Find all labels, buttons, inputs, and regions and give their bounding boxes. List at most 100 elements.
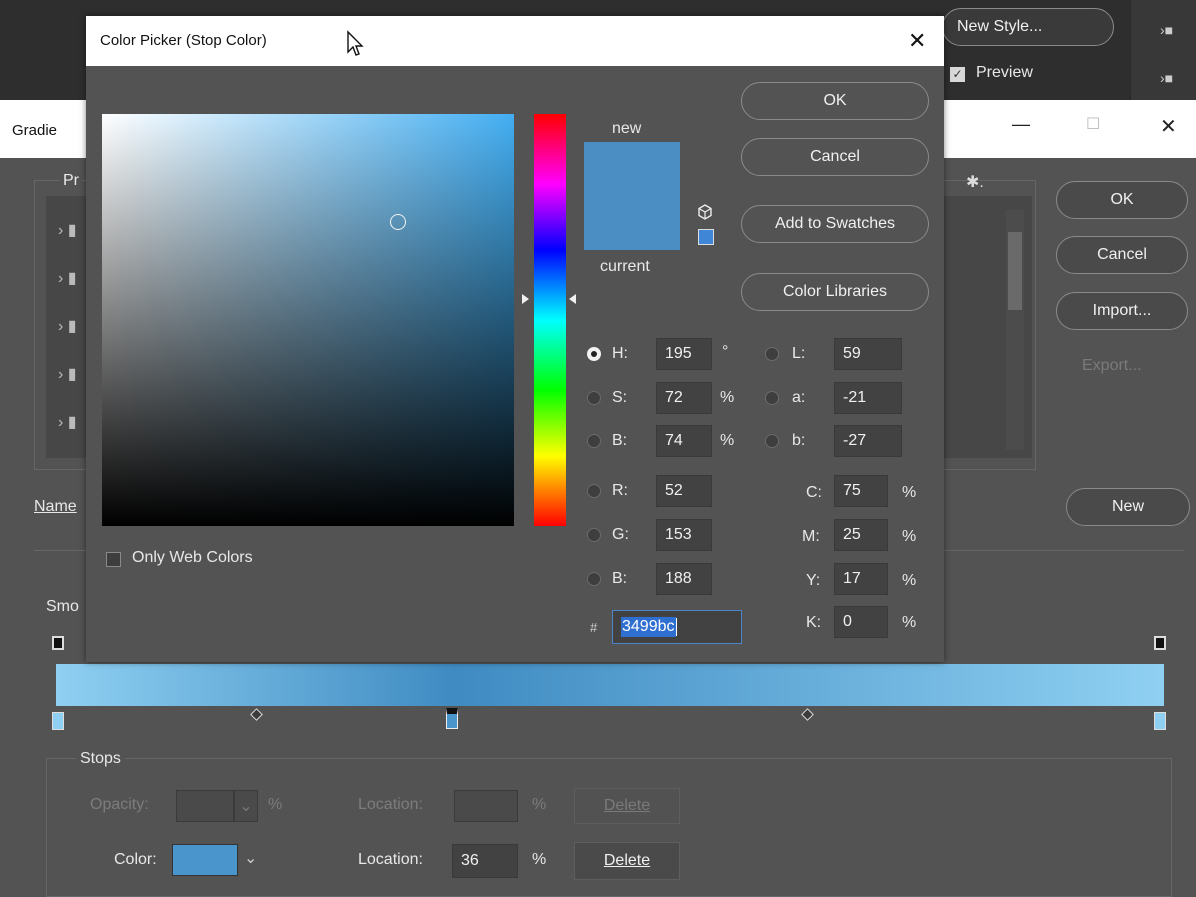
- hue-slider[interactable]: [534, 114, 566, 526]
- preset-folder-row[interactable]: › ▮: [58, 220, 77, 240]
- magenta-label: M:: [802, 528, 820, 545]
- gradient-editor-title: Gradie: [12, 122, 58, 139]
- cyan-unit: %: [902, 484, 917, 501]
- presets-settings-icon[interactable]: ✱.: [966, 172, 984, 192]
- picker-cancel-label: Cancel: [810, 148, 860, 165]
- magenta-input[interactable]: 25: [834, 519, 888, 551]
- opacity-stop-left[interactable]: [52, 636, 64, 650]
- magenta-unit: %: [902, 528, 917, 545]
- editor-cancel-button[interactable]: Cancel: [1056, 236, 1188, 274]
- preset-folder-row[interactable]: › ▮: [58, 268, 77, 288]
- opacity-label: Opacity:: [90, 796, 149, 813]
- saturation-input[interactable]: 72: [656, 382, 712, 414]
- lab-l-radio[interactable]: [765, 347, 779, 361]
- hue-slider-arrow-left[interactable]: [522, 294, 529, 304]
- presets-scrollbar-thumb[interactable]: [1008, 232, 1022, 310]
- lab-a-radio[interactable]: [765, 391, 779, 405]
- editor-ok-button[interactable]: OK: [1056, 181, 1188, 219]
- new-style-button[interactable]: New Style...: [942, 8, 1114, 46]
- cyan-input[interactable]: 75: [834, 475, 888, 507]
- cyan-label: C:: [806, 484, 822, 501]
- yellow-label: Y:: [806, 572, 821, 589]
- color-location-label: Location:: [358, 851, 423, 868]
- current-color-swatch[interactable]: [584, 196, 680, 250]
- preview-checkbox[interactable]: ✓: [950, 67, 965, 82]
- blue-radio[interactable]: [587, 572, 601, 586]
- editor-export-button[interactable]: Export...: [1082, 357, 1142, 375]
- lab-b-input[interactable]: -27: [834, 425, 902, 457]
- lab-l-input[interactable]: 59: [834, 338, 902, 370]
- black-label: K:: [806, 614, 822, 631]
- hex-input[interactable]: 3499bc: [612, 610, 742, 644]
- minimize-icon[interactable]: —: [1012, 114, 1030, 135]
- lab-b-radio[interactable]: [765, 434, 779, 448]
- opacity-location-input: [454, 790, 518, 822]
- yellow-input[interactable]: 17: [834, 563, 888, 595]
- red-input[interactable]: 52: [656, 475, 712, 507]
- color-libraries-label: Color Libraries: [782, 283, 888, 300]
- mouse-cursor-icon: [346, 30, 364, 63]
- color-stop-right[interactable]: [1154, 712, 1166, 730]
- presets-label: Pr: [60, 172, 82, 190]
- picker-cancel-button[interactable]: Cancel: [741, 138, 929, 176]
- web-safe-color-icon[interactable]: [698, 229, 714, 245]
- lab-a-input[interactable]: -21: [834, 382, 902, 414]
- red-radio[interactable]: [587, 484, 601, 498]
- hue-slider-arrow-right[interactable]: [569, 294, 576, 304]
- opacity-unit: %: [268, 796, 283, 813]
- editor-new-button[interactable]: New: [1066, 488, 1190, 526]
- brightness-unit: %: [720, 432, 735, 449]
- color-cube-icon[interactable]: [697, 204, 713, 225]
- color-libraries-button[interactable]: Color Libraries: [741, 273, 929, 311]
- picker-ok-button[interactable]: OK: [741, 82, 929, 120]
- preset-folder-row[interactable]: › ▮: [58, 316, 77, 336]
- blue-input[interactable]: 188: [656, 563, 712, 595]
- preview-label: Preview: [976, 64, 1033, 81]
- maximize-icon[interactable]: ☐: [1086, 114, 1100, 134]
- hue-radio[interactable]: [587, 347, 601, 361]
- color-stop-left[interactable]: [52, 712, 64, 730]
- only-web-colors-label: Only Web Colors: [132, 549, 253, 566]
- editor-import-label: Import...: [1092, 302, 1152, 319]
- saturation-brightness-field[interactable]: [102, 114, 514, 526]
- opacity-delete-label: Delete: [603, 797, 651, 814]
- color-location-input[interactable]: 36: [452, 844, 518, 878]
- opacity-stop-right[interactable]: [1154, 636, 1166, 650]
- saturation-label: S:: [612, 389, 628, 406]
- red-label: R:: [612, 482, 628, 499]
- saturation-unit: %: [720, 389, 735, 406]
- preset-folder-row[interactable]: › ▮: [58, 364, 77, 384]
- new-color-label: new: [612, 120, 642, 137]
- smoothness-label: Smo: [46, 598, 79, 615]
- dialog-close-icon[interactable]: ✕: [908, 28, 926, 54]
- green-input[interactable]: 153: [656, 519, 712, 551]
- saturation-radio[interactable]: [587, 391, 601, 405]
- panel-expand-icon[interactable]: ›■: [1160, 22, 1173, 38]
- chevron-down-icon[interactable]: ⌄: [244, 848, 257, 868]
- color-stop-selected[interactable]: [446, 708, 458, 729]
- editor-import-button[interactable]: Import...: [1056, 292, 1188, 330]
- only-web-colors-checkbox[interactable]: [106, 552, 121, 567]
- gradient-bar[interactable]: [56, 664, 1164, 706]
- opacity-delete-button: Delete: [574, 788, 680, 824]
- new-color-swatch: [584, 142, 680, 196]
- hue-input[interactable]: 195: [656, 338, 712, 370]
- color-delete-button[interactable]: Delete: [574, 842, 680, 880]
- color-field-picker-circle[interactable]: [390, 214, 406, 230]
- brightness-label: B:: [612, 432, 628, 449]
- brightness-radio[interactable]: [587, 434, 601, 448]
- color-picker-title: Color Picker (Stop Color): [100, 32, 267, 49]
- add-to-swatches-button[interactable]: Add to Swatches: [741, 205, 929, 243]
- hue-unit: °: [722, 343, 729, 360]
- opacity-location-unit: %: [532, 796, 547, 813]
- green-radio[interactable]: [587, 528, 601, 542]
- preset-folder-row[interactable]: › ▮: [58, 412, 77, 432]
- lab-b-label: b:: [792, 432, 806, 449]
- hue-label: H:: [612, 345, 628, 362]
- stop-color-swatch[interactable]: [172, 844, 238, 876]
- black-input[interactable]: 0: [834, 606, 888, 638]
- brightness-input[interactable]: 74: [656, 425, 712, 457]
- color-location-unit: %: [532, 851, 547, 868]
- window-close-icon[interactable]: ✕: [1160, 114, 1177, 139]
- panel-expand-icon[interactable]: ›■: [1160, 70, 1173, 86]
